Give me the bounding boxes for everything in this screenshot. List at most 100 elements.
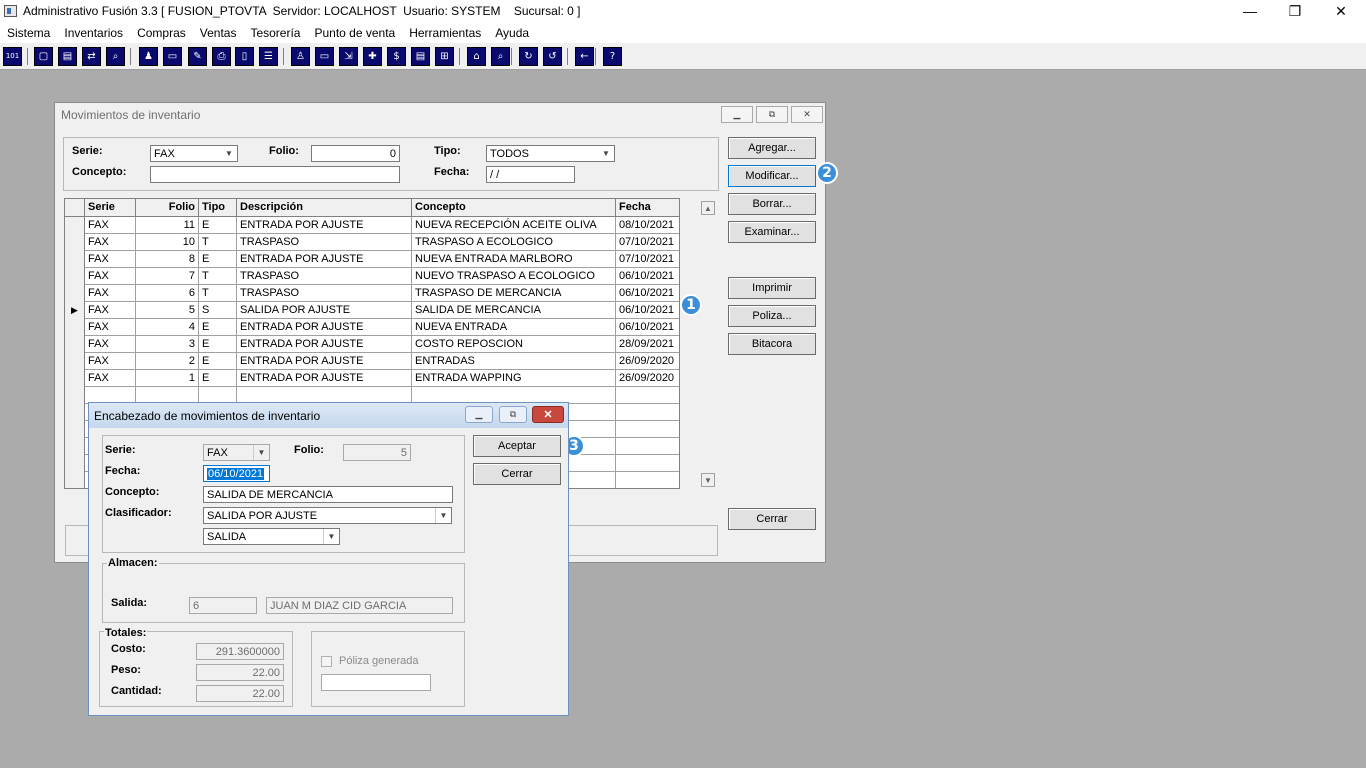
- home-icon[interactable]: ⌂: [467, 47, 486, 66]
- d-concepto-input[interactable]: SALIDA DE MERCANCIA: [203, 486, 453, 503]
- report-icon[interactable]: ▤: [411, 47, 430, 66]
- borrar-button[interactable]: Borrar...: [728, 193, 816, 215]
- scroll-down-icon[interactable]: ▼: [701, 473, 715, 487]
- help-icon[interactable]: ?: [603, 47, 622, 66]
- row-indicator[interactable]: [65, 268, 85, 285]
- col-descripcion[interactable]: Descripción: [237, 199, 412, 217]
- refresh-icon[interactable]: ↻: [519, 47, 538, 66]
- table-row[interactable]: FAX 4 E ENTRADA POR AJUSTE NUEVA ENTRADA 06/1…: [65, 319, 679, 336]
- print-icon[interactable]: ⎙: [212, 47, 231, 66]
- search-icon[interactable]: ⌕: [491, 47, 510, 66]
- costo-input[interactable]: 291.3600000: [196, 643, 284, 660]
- copy-icon[interactable]: ▢: [34, 47, 53, 66]
- peso-input[interactable]: 22.00: [196, 664, 284, 681]
- folio-input[interactable]: 0: [311, 145, 400, 162]
- col-serie[interactable]: Serie: [85, 199, 136, 217]
- fecha-input[interactable]: / /: [486, 166, 575, 183]
- row-indicator[interactable]: [65, 285, 85, 302]
- row-indicator[interactable]: [65, 455, 85, 472]
- chevron-down-icon[interactable]: ▼: [221, 146, 237, 161]
- edit-icon[interactable]: ✎: [188, 47, 207, 66]
- row-indicator[interactable]: [65, 336, 85, 353]
- document-icon[interactable]: ▯: [235, 47, 254, 66]
- minimize-button[interactable]: —: [1227, 0, 1273, 22]
- salida-name-input[interactable]: JUAN M DIAZ CID GARCIA: [266, 597, 453, 614]
- salida-code-input[interactable]: 6: [189, 597, 257, 614]
- chevron-down-icon[interactable]: ▼: [435, 508, 451, 523]
- d-subclasificador-combo[interactable]: SALIDA ▼: [203, 528, 340, 545]
- chevron-down-icon[interactable]: ▼: [323, 529, 339, 544]
- d-clasificador-combo[interactable]: SALIDA POR AJUSTE ▼: [203, 507, 452, 524]
- dialog-cerrar-button[interactable]: Cerrar: [473, 463, 561, 485]
- close-button[interactable]: ✕: [1318, 0, 1364, 22]
- cerrar-button[interactable]: Cerrar: [728, 508, 816, 530]
- scroll-up-icon[interactable]: ▲: [701, 201, 715, 215]
- col-concepto[interactable]: Concepto: [412, 199, 616, 217]
- restore-button[interactable]: ❐: [1272, 0, 1318, 22]
- menu-inventarios[interactable]: Inventarios: [57, 23, 130, 43]
- swap-icon[interactable]: ⇄: [82, 47, 101, 66]
- col-tipo[interactable]: Tipo: [199, 199, 237, 217]
- folder-icon[interactable]: ▭: [163, 47, 182, 66]
- poliza-checkbox[interactable]: [321, 656, 332, 667]
- menu-ventas[interactable]: Ventas: [193, 23, 244, 43]
- aceptar-button[interactable]: Aceptar: [473, 435, 561, 457]
- menu-herramientas[interactable]: Herramientas: [402, 23, 488, 43]
- d-folio-input[interactable]: 5: [343, 444, 411, 461]
- table-row[interactable]: FAX 7 T TRASPASO NUEVO TRASPASO A ECOLOGICO 0…: [65, 268, 679, 285]
- row-indicator[interactable]: [65, 421, 85, 438]
- table-row[interactable]: FAX 3 E ENTRADA POR AJUSTE COSTO REPOSCION 28…: [65, 336, 679, 353]
- table-row[interactable]: FAX 6 T TRASPASO TRASPASO DE MERCANCIA 06/10/…: [65, 285, 679, 302]
- tree-icon[interactable]: ⊞: [435, 47, 454, 66]
- window-icon[interactable]: ▭: [315, 47, 334, 66]
- row-indicator[interactable]: [65, 438, 85, 455]
- row-indicator[interactable]: [65, 217, 85, 234]
- paste-icon[interactable]: ▤: [58, 47, 77, 66]
- row-indicator[interactable]: [65, 404, 85, 421]
- table-row[interactable]: FAX 8 E ENTRADA POR AJUSTE NUEVA ENTRADA MAR…: [65, 251, 679, 268]
- zoom-icon[interactable]: ⌕: [106, 47, 125, 66]
- bitacora-button[interactable]: Bitacora: [728, 333, 816, 355]
- poliza-input[interactable]: [321, 674, 431, 691]
- menu-tesoreria[interactable]: Tesorería: [243, 23, 307, 43]
- poliza-button[interactable]: Poliza...: [728, 305, 816, 327]
- row-indicator[interactable]: [65, 251, 85, 268]
- imprimir-button[interactable]: Imprimir: [728, 277, 816, 299]
- d-serie-combo[interactable]: FAX ▼: [203, 444, 270, 461]
- export-icon[interactable]: ⇲: [339, 47, 358, 66]
- concepto-input[interactable]: [150, 166, 400, 183]
- examinar-button[interactable]: Examinar...: [728, 221, 816, 243]
- dialog-close-button[interactable]: ✕: [532, 406, 564, 423]
- row-indicator[interactable]: [65, 353, 85, 370]
- window-restore-button[interactable]: ⧉: [756, 106, 788, 123]
- dialog-restore-button[interactable]: ⧉: [499, 406, 527, 423]
- agregar-button[interactable]: Agregar...: [728, 137, 816, 159]
- menu-ayuda[interactable]: Ayuda: [488, 23, 536, 43]
- menu-sistema[interactable]: Sistema: [0, 23, 57, 43]
- menu-compras[interactable]: Compras: [130, 23, 193, 43]
- col-fecha[interactable]: Fecha: [616, 199, 679, 217]
- row-indicator[interactable]: [65, 319, 85, 336]
- back-icon[interactable]: ←: [575, 47, 594, 66]
- group-icon[interactable]: ♙: [291, 47, 310, 66]
- serie-combo[interactable]: FAX ▼: [150, 145, 238, 162]
- chevron-down-icon[interactable]: ▼: [598, 146, 614, 161]
- row-indicator[interactable]: [65, 472, 85, 488]
- table-row[interactable]: FAX 10 T TRASPASO TRASPASO A ECOLOGICO 07/10/…: [65, 234, 679, 251]
- dialog-minimize-button[interactable]: ▁: [465, 406, 493, 423]
- chevron-down-icon[interactable]: ▼: [253, 445, 269, 460]
- tipo-combo[interactable]: TODOS ▼: [486, 145, 615, 162]
- row-indicator[interactable]: [65, 234, 85, 251]
- table-row[interactable]: FAX 1 E ENTRADA POR AJUSTE ENTRADA WAPPING 26…: [65, 370, 679, 387]
- col-folio[interactable]: Folio: [136, 199, 199, 217]
- user-icon[interactable]: ♟: [139, 47, 158, 66]
- row-indicator[interactable]: ▶: [65, 302, 85, 319]
- table-row[interactable]: ▶ FAX 5 S SALIDA POR AJUSTE SALIDA DE MERCANC…: [65, 302, 679, 319]
- add-icon[interactable]: ✚: [363, 47, 382, 66]
- modificar-button[interactable]: Modificar...: [728, 165, 816, 187]
- row-indicator[interactable]: [65, 370, 85, 387]
- window-close-button[interactable]: ✕: [791, 106, 823, 123]
- row-indicator[interactable]: [65, 387, 85, 404]
- menu-punto-de-venta[interactable]: Punto de venta: [307, 23, 402, 43]
- d-fecha-input[interactable]: 06/10/2021: [203, 465, 270, 482]
